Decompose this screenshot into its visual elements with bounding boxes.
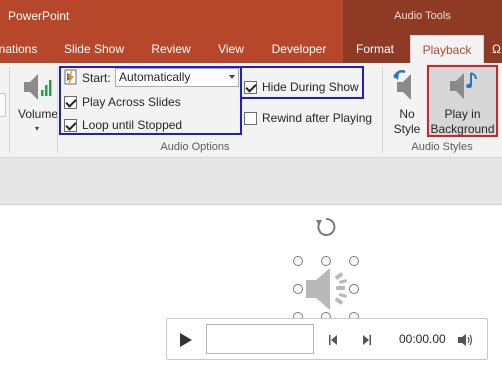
speaker-icon: [306, 268, 348, 310]
rotate-handle-icon[interactable]: [315, 216, 337, 238]
title-bar: PowerPoint Audio Tools: [0, 0, 502, 35]
no-style-icon: [393, 70, 411, 100]
skip-back-icon[interactable]: [328, 334, 340, 346]
no-style-label-line2: Style: [393, 122, 421, 136]
rewind-after-playing-label: Rewind after Playing: [262, 111, 373, 125]
rewind-after-playing-checkbox[interactable]: Rewind after Playing: [244, 111, 372, 125]
player-volume-icon[interactable]: [457, 333, 473, 347]
highlight-frame-blue: [59, 66, 242, 135]
resize-handle-top-right[interactable]: [349, 256, 359, 266]
app-title: PowerPoint: [8, 9, 70, 23]
audio-player-bar: 00:00.00: [166, 318, 488, 360]
tab-playback[interactable]: Playback: [410, 35, 484, 63]
volume-icon: [24, 74, 52, 100]
tab-review[interactable]: Review: [146, 35, 196, 63]
volume-button[interactable]: Volume ▾: [14, 68, 60, 134]
tab-format[interactable]: Format: [348, 35, 402, 63]
partial-button-edge: [0, 93, 6, 117]
resize-handle-top[interactable]: [321, 256, 331, 266]
audio-options-group-label: Audio Options: [160, 141, 230, 153]
tab-slide-show[interactable]: Slide Show: [58, 35, 130, 63]
no-style-button[interactable]: No Style: [388, 66, 426, 138]
audio-progress-track[interactable]: [206, 324, 314, 354]
resize-handle-top-left[interactable]: [293, 256, 303, 266]
tab-overflow[interactable]: Ω: [492, 35, 502, 63]
tab-developer[interactable]: Developer: [266, 35, 332, 63]
tab-animations[interactable]: nations: [0, 35, 40, 63]
play-icon[interactable]: [179, 332, 193, 348]
context-tab-group-title: Audio Tools: [394, 10, 451, 22]
ribbon-gap-area: [0, 158, 502, 204]
playback-time: 00:00.00: [399, 332, 446, 346]
highlight-frame-red: [427, 65, 498, 137]
tab-view[interactable]: View: [212, 35, 250, 63]
volume-label: Volume: [18, 107, 59, 121]
no-style-label-line1: No: [399, 107, 415, 121]
highlight-frame-blue: [240, 66, 364, 99]
context-tab-group-header: Audio Tools: [343, 0, 502, 35]
chevron-down-icon: ▾: [35, 124, 40, 133]
ribbon-tab-bar: nations Slide Show Review View Developer…: [0, 35, 502, 63]
checkbox-unchecked-icon: [244, 111, 257, 125]
audio-styles-group-label: Audio Styles: [411, 141, 473, 153]
skip-forward-icon[interactable]: [360, 334, 372, 346]
resize-handle-right[interactable]: [349, 284, 359, 294]
resize-handle-left[interactable]: [293, 284, 303, 294]
audio-object[interactable]: [298, 260, 356, 318]
